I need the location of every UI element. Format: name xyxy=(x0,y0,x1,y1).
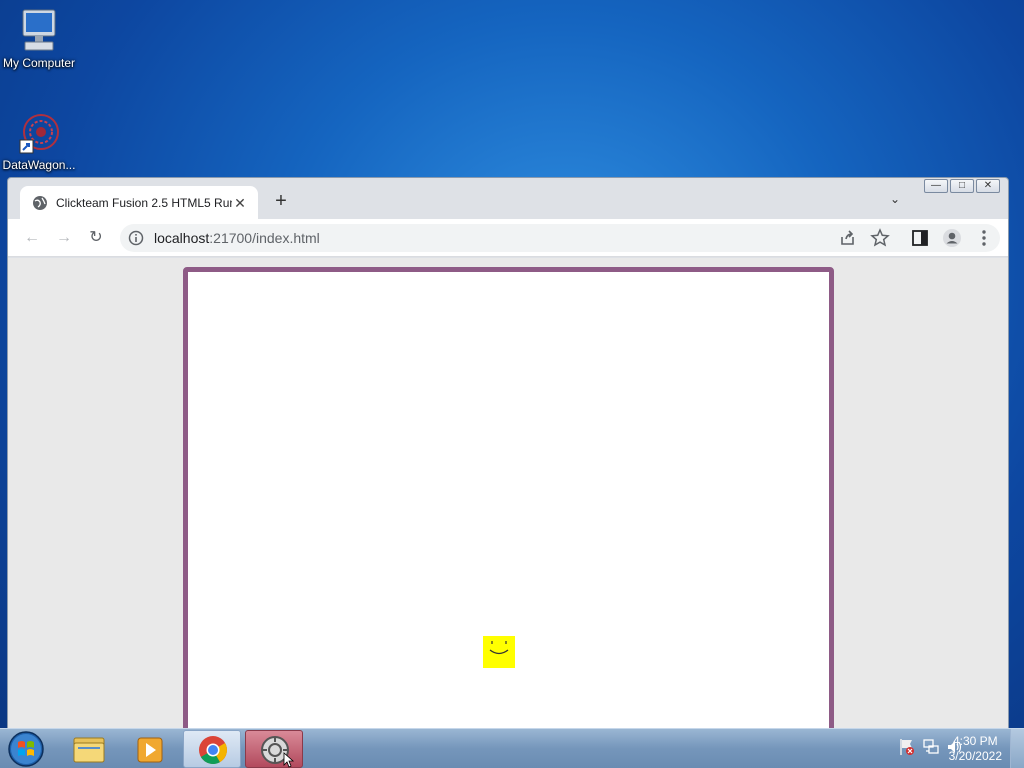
maximize-button[interactable]: □ xyxy=(950,179,974,193)
tab-close-button[interactable]: ✕ xyxy=(232,195,248,212)
app-gear-icon xyxy=(261,736,295,768)
forward-button[interactable]: → xyxy=(54,228,74,248)
site-info-icon[interactable] xyxy=(128,230,144,246)
profile-avatar-icon[interactable] xyxy=(942,228,962,248)
desktop-icon-label: DataWagon... xyxy=(2,158,76,172)
media-player-icon xyxy=(137,737,163,763)
desktop-icon-my-computer[interactable]: My Computer xyxy=(0,8,78,70)
url-host: localhost xyxy=(154,230,210,246)
globe-icon xyxy=(33,196,47,210)
side-panel-icon[interactable] xyxy=(910,228,930,248)
taskbar: 4:30 PM 3/20/2022 xyxy=(0,728,1024,768)
show-desktop-button[interactable] xyxy=(1010,729,1024,768)
share-icon[interactable] xyxy=(838,228,858,248)
desktop-icon-datawagon[interactable]: DataWagon... xyxy=(0,112,78,172)
new-tab-button[interactable]: + xyxy=(270,190,292,212)
taskbar-chrome[interactable] xyxy=(183,730,241,768)
taskbar-clock[interactable]: 4:30 PM 3/20/2022 xyxy=(949,734,1002,764)
clock-date: 3/20/2022 xyxy=(948,749,1002,763)
browser-window: — □ ✕ Clickteam Fusion 2.5 HTML5 Run ✕ +… xyxy=(7,177,1009,737)
chrome-icon xyxy=(199,736,227,764)
tab-search-button[interactable]: ⌄ xyxy=(890,192,900,206)
reload-button[interactable]: ↻ xyxy=(86,228,106,248)
taskbar-clickteam-app[interactable] xyxy=(245,730,303,768)
address-bar[interactable]: localhost:21700/index.html xyxy=(120,224,1000,252)
player-smiley-sprite xyxy=(483,636,515,668)
start-button[interactable] xyxy=(5,729,47,768)
network-icon[interactable] xyxy=(922,737,940,757)
taskbar-explorer[interactable] xyxy=(60,730,118,768)
taskbar-media-player[interactable] xyxy=(121,730,179,768)
close-window-button[interactable]: ✕ xyxy=(976,179,1000,193)
computer-icon xyxy=(22,9,56,51)
action-center-flag-icon[interactable] xyxy=(898,737,916,757)
page-viewport xyxy=(8,258,1008,736)
browser-tab[interactable]: Clickteam Fusion 2.5 HTML5 Run ✕ xyxy=(20,186,258,220)
browser-toolbar: ← → ↻ localhost:21700/index.html xyxy=(8,219,1008,257)
url-path: :21700/index.html xyxy=(209,230,320,246)
game-canvas[interactable] xyxy=(183,267,834,736)
window-controls: — □ ✕ xyxy=(924,179,1000,193)
back-button[interactable]: ← xyxy=(22,228,42,248)
folder-icon xyxy=(73,737,105,763)
bookmark-star-icon[interactable] xyxy=(870,228,890,248)
browser-menu-icon[interactable] xyxy=(974,228,994,248)
tab-title: Clickteam Fusion 2.5 HTML5 Run xyxy=(56,196,232,210)
clock-time: 4:30 PM xyxy=(952,734,998,748)
minimize-button[interactable]: — xyxy=(924,179,948,193)
desktop-icon-label: My Computer xyxy=(2,56,76,70)
datawagon-icon xyxy=(19,114,59,154)
